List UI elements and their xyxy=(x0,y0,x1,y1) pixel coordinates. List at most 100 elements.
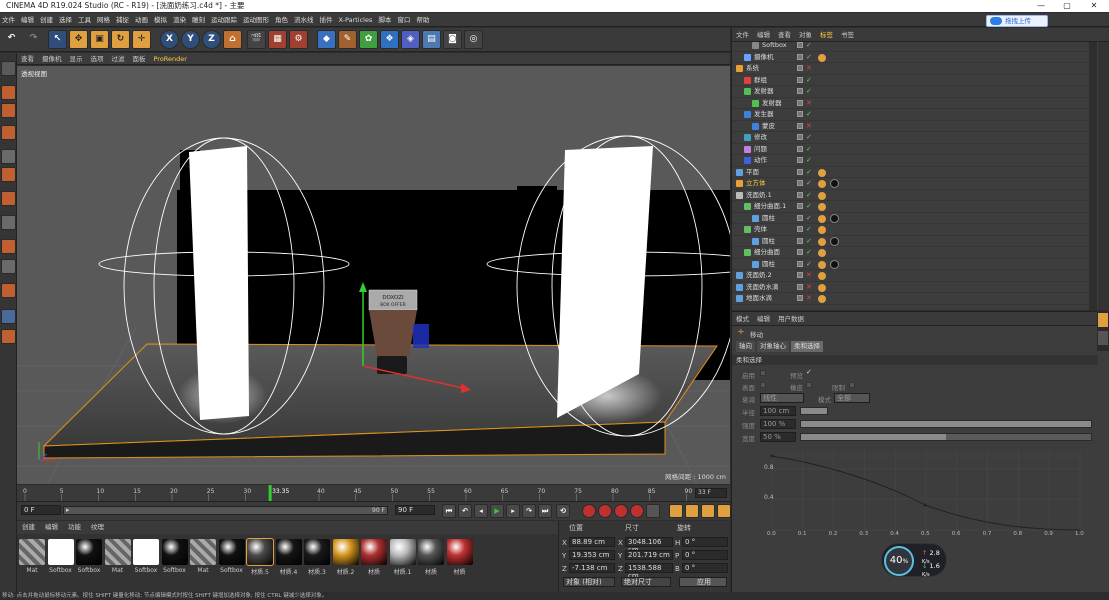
position-field[interactable]: 88.89 cm xyxy=(569,537,615,547)
visibility-toggle[interactable] xyxy=(797,99,803,106)
coord-mode-select[interactable]: 对象 (相对) xyxy=(563,577,615,587)
subdivision-icon[interactable]: ✿ xyxy=(359,30,378,49)
menu-item[interactable]: X-Particles xyxy=(336,13,376,27)
object-row[interactable]: 洗面奶.2 ✕ xyxy=(732,270,1089,282)
enable-toggle[interactable]: ✓ xyxy=(806,86,812,97)
enable-toggle[interactable]: ✓ xyxy=(806,224,812,235)
object-menu-item[interactable]: 标签 xyxy=(816,28,837,42)
apply-button[interactable]: 应用 xyxy=(679,577,727,587)
auto-key-icon[interactable] xyxy=(598,504,612,518)
visibility-toggle[interactable] xyxy=(797,283,803,290)
material-swatch[interactable] xyxy=(76,539,102,565)
menu-item[interactable]: 网格 xyxy=(94,13,113,27)
timeline-ruler[interactable]: 0 5 10 15 20 25 30 33.35 40 45 50 55 60 65 70 75 80 85 90 … xyxy=(17,485,730,501)
menu-item[interactable]: 文件 xyxy=(0,13,18,27)
visibility-toggle[interactable] xyxy=(797,53,803,60)
visibility-toggle[interactable] xyxy=(797,272,803,278)
end-frame-field[interactable]: 90 F xyxy=(395,505,435,515)
material-menu-item[interactable]: 功能 xyxy=(63,521,86,534)
play-icon[interactable]: ▶ xyxy=(490,504,504,518)
enable-toggle[interactable]: ✓ xyxy=(806,190,812,201)
previous-frame-icon[interactable]: ◂ xyxy=(474,504,488,518)
viewport-menu-item[interactable]: 查看 xyxy=(17,53,38,65)
tool-subtab[interactable]: 对象轴心 xyxy=(757,341,789,352)
pla-icon[interactable] xyxy=(630,504,644,518)
object-row[interactable]: 问题 ✓ xyxy=(732,144,1089,155)
record-icon[interactable] xyxy=(582,504,596,518)
tag-icon[interactable] xyxy=(818,260,826,269)
menu-item[interactable]: 模拟 xyxy=(151,13,170,27)
menu-item[interactable]: 脚本 xyxy=(375,13,394,27)
width-slider[interactable] xyxy=(800,433,1092,441)
enable-toggle[interactable]: ✓ xyxy=(806,236,812,247)
visibility-toggle[interactable] xyxy=(797,88,803,94)
start-frame-field[interactable]: 0 F xyxy=(21,505,61,515)
minimize-button[interactable]: — xyxy=(1028,0,1054,12)
object-row[interactable]: 蒙皮 ✕ xyxy=(732,121,1089,132)
position-field[interactable]: -7.138 cm xyxy=(569,563,615,573)
floor-icon[interactable]: ▤ xyxy=(422,30,441,49)
enable-toggle[interactable]: ✓ xyxy=(806,132,812,143)
enable-toggle[interactable]: ✕ xyxy=(806,293,812,304)
object-row[interactable]: 修改 ✓ xyxy=(732,132,1089,144)
tag-icon[interactable] xyxy=(818,272,826,280)
tag-icon[interactable] xyxy=(818,295,826,303)
size-mode-select[interactable]: 绝对尺寸 xyxy=(621,577,671,587)
tag-icon[interactable] xyxy=(818,237,826,246)
previous-key-icon[interactable]: ↶ xyxy=(458,504,472,518)
strength-field[interactable]: 100 % xyxy=(760,419,796,429)
enable-toggle[interactable]: ✕ xyxy=(806,63,812,74)
falloff-graph[interactable]: 0.8 0.4 0.0 0.1 0.2 0.3 0.4 0.5 0.6 0.7 0.8 0.9 1.… xyxy=(750,450,1098,536)
tag-icon[interactable] xyxy=(818,191,826,200)
enable-toggle[interactable]: ✕ xyxy=(806,270,812,281)
rotate-tool-icon[interactable]: ↻ xyxy=(111,30,130,49)
material-swatch[interactable] xyxy=(246,538,274,566)
falloff-select[interactable]: 线性 xyxy=(760,393,804,403)
object-row[interactable]: 发射器 ✓ xyxy=(732,86,1089,98)
key-scale-icon[interactable] xyxy=(685,504,699,518)
object-row[interactable]: 发射器 ✕ xyxy=(732,98,1089,109)
deformer-icon[interactable]: ◈ xyxy=(401,30,420,49)
menu-item[interactable]: 流水线 xyxy=(291,13,317,27)
tool-subtab[interactable]: 轴向 xyxy=(736,341,755,352)
tag-icon[interactable] xyxy=(818,249,826,257)
visibility-toggle[interactable] xyxy=(797,249,803,255)
object-scrollbar[interactable] xyxy=(1089,42,1097,310)
cloud-upload-button[interactable]: 拖拽上传 xyxy=(986,15,1048,27)
material-swatch[interactable] xyxy=(446,539,473,565)
y-axis-button[interactable]: Y xyxy=(181,30,200,49)
material-swatch[interactable] xyxy=(218,539,245,565)
visibility-toggle[interactable] xyxy=(797,145,803,152)
viewport-menu-item[interactable]: 过滤 xyxy=(108,53,129,65)
camera-icon[interactable]: ◙ xyxy=(443,30,462,49)
object-row[interactable]: 发生器 ✓ xyxy=(732,109,1089,121)
viewport[interactable]: DOXOZI BOX OFFER 透视视图 网格间距 : 1000 cm xyxy=(17,66,730,484)
key-position-icon[interactable] xyxy=(646,504,660,518)
menu-item[interactable]: 工具 xyxy=(75,13,94,27)
material-swatch[interactable] xyxy=(304,539,330,565)
select-tool-icon[interactable]: ↖ xyxy=(48,30,67,49)
material-tag-icon[interactable] xyxy=(830,179,839,188)
visibility-toggle[interactable] xyxy=(797,134,803,140)
grid-icon[interactable] xyxy=(1,309,16,324)
object-row[interactable]: 立方体 ✓ xyxy=(732,178,1089,190)
visibility-toggle[interactable] xyxy=(797,76,803,83)
material-swatch[interactable] xyxy=(361,539,387,565)
menu-item[interactable]: 动画 xyxy=(132,13,151,27)
object-row[interactable]: 细分曲面.1 ✓ xyxy=(732,201,1089,213)
menu-item[interactable]: 渲染 xyxy=(170,13,189,27)
viewport-menu-item[interactable]: 显示 xyxy=(66,53,87,65)
go-to-start-icon[interactable]: ⏮ xyxy=(442,504,456,518)
keyframe-selection-icon[interactable] xyxy=(614,504,628,518)
render-settings-icon[interactable]: ⚙ xyxy=(289,30,308,49)
layers-tab[interactable] xyxy=(1098,331,1108,345)
array-icon[interactable]: ❖ xyxy=(380,30,399,49)
loop-icon[interactable]: ⟲ xyxy=(556,504,570,518)
snap-icon[interactable] xyxy=(1,239,16,254)
enable-toggle[interactable]: ✕ xyxy=(806,121,812,132)
enable-toggle[interactable]: ✓ xyxy=(806,259,812,270)
model-mode-icon[interactable] xyxy=(1,85,16,100)
material-swatch[interactable] xyxy=(332,539,359,565)
material-swatch[interactable] xyxy=(190,539,216,565)
object-row[interactable]: 洗面奶.1 ✓ xyxy=(732,190,1089,201)
